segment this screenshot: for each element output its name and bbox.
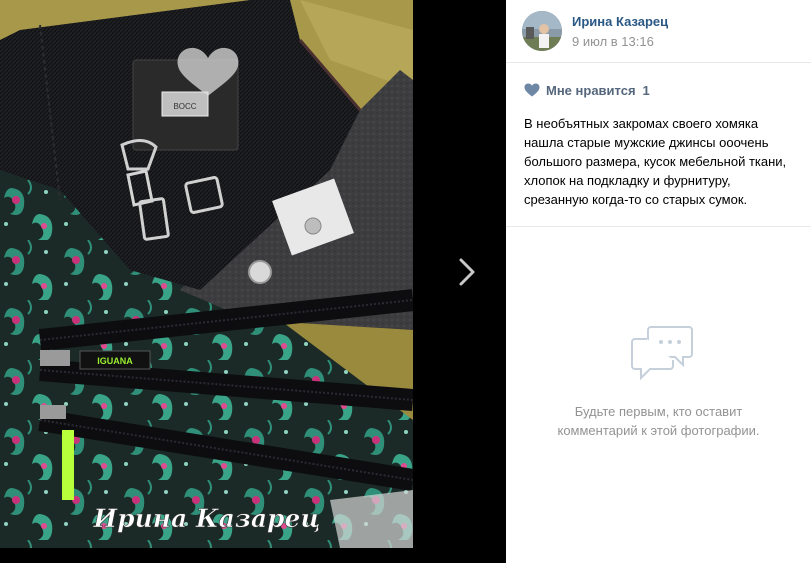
photo[interactable]: BOCC IGUANA Ирина Казарец <box>0 0 413 548</box>
photo-watermark: Ирина Казарец <box>93 504 321 533</box>
jeans-label-text: BOCC <box>173 102 196 111</box>
author-block: Ирина Казарец 9 июл в 13:16 <box>522 10 802 54</box>
like-label: Мне нравится <box>546 82 636 98</box>
post-date[interactable]: 9 июл в 13:16 <box>572 34 654 49</box>
description-line: В необъятных закромах своего хомяка <box>524 116 759 131</box>
description-line: хлопок на подкладку и фурнитуру, <box>524 173 731 188</box>
next-photo-button[interactable] <box>449 250 485 294</box>
zipper-brand-text: IGUANA <box>97 356 133 366</box>
like-count: 1 <box>642 82 650 98</box>
divider <box>506 62 811 63</box>
empty-comments-text: Будьте первым, кто оставит комментарий к… <box>506 402 811 440</box>
like-button[interactable]: Мне нравится 1 <box>524 80 650 100</box>
author-name-link[interactable]: Ирина Казарец <box>572 14 668 29</box>
chevron-right-icon <box>459 258 475 286</box>
photo-viewer: BOCC IGUANA Ирина Казарец <box>0 0 506 563</box>
empty-comments-line: комментарий к этой фотографии. <box>557 423 760 438</box>
photo-description: В необъятных закромах своего хомяка нашл… <box>524 114 799 209</box>
empty-comments-line: Будьте первым, кто оставит <box>574 404 743 419</box>
info-panel: Ирина Казарец 9 июл в 13:16 Мне нравится… <box>506 0 811 563</box>
author-avatar[interactable] <box>522 11 562 51</box>
description-line: большого размера, кусок мебельной ткани, <box>524 154 787 169</box>
heart-icon <box>524 83 540 97</box>
description-line: срезанную когда-то со старых сумок. <box>524 192 748 207</box>
divider <box>506 226 811 227</box>
comments-icon <box>631 326 693 381</box>
description-line: нашла старые мужские джинсы ооочень <box>524 135 769 150</box>
